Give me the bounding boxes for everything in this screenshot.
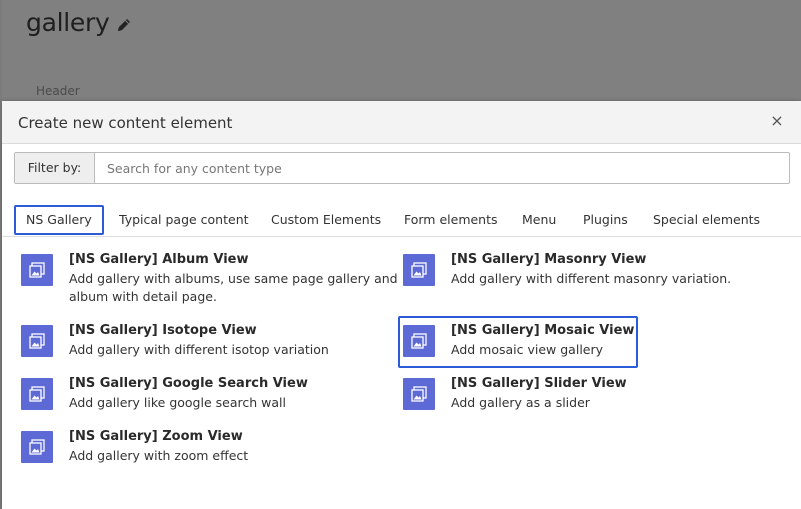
image-icon [21, 325, 53, 357]
header-label: Header [36, 84, 80, 98]
tab-plugins[interactable]: Plugins [583, 208, 628, 232]
close-button[interactable]: × [769, 112, 785, 130]
tab-ns-gallery[interactable]: NS Gallery [14, 205, 104, 235]
item-title: [NS Gallery] Masonry View [451, 252, 647, 267]
item-description: Add mosaic view gallery [451, 342, 604, 357]
content-item-mosaic-view[interactable]: [NS Gallery] Mosaic View Add mosaic view… [403, 323, 635, 373]
new-content-element-modal: Create new content element × Filter by: … [2, 101, 801, 509]
item-title: [NS Gallery] Album View [69, 252, 249, 267]
image-icon [403, 325, 435, 357]
content-item-slider-view[interactable]: [NS Gallery] Slider View Add gallery as … [403, 376, 773, 426]
image-icon [21, 431, 53, 463]
tab-form-elements[interactable]: Form elements [404, 208, 498, 232]
filter-label: Filter by: [15, 153, 95, 183]
image-icon [21, 378, 53, 410]
item-description: Add gallery with different masonry varia… [451, 271, 732, 286]
tab-typical-page-content[interactable]: Typical page content [119, 208, 249, 232]
item-title: [NS Gallery] Mosaic View [451, 323, 635, 338]
item-description: Add gallery with different isotop variat… [69, 342, 329, 357]
tab-menu[interactable]: Menu [522, 208, 556, 232]
content-item-google-search-view[interactable]: [NS Gallery] Google Search View Add gall… [21, 376, 391, 426]
item-description: Add gallery with zoom effect [69, 448, 249, 463]
content-item-album-view[interactable]: [NS Gallery] Album View Add gallery with… [21, 252, 398, 304]
tab-bar: NS Gallery Typical page content Custom E… [2, 202, 801, 237]
image-icon [403, 378, 435, 410]
item-title: [NS Gallery] Zoom View [69, 429, 243, 444]
item-description: Add gallery as a slider [451, 395, 590, 410]
tab-custom-elements[interactable]: Custom Elements [271, 208, 381, 232]
item-description: Add gallery with albums, use same page g… [69, 271, 398, 304]
pencil-icon[interactable] [116, 17, 132, 33]
item-title: [NS Gallery] Google Search View [69, 376, 308, 391]
modal-header: Create new content element × [2, 101, 801, 144]
item-title: [NS Gallery] Isotope View [69, 323, 257, 338]
content-item-masonry-view[interactable]: [NS Gallery] Masonry View Add gallery wi… [403, 252, 773, 302]
content-item-zoom-view[interactable]: [NS Gallery] Zoom View Add gallery with … [21, 429, 391, 479]
content-item-isotope-view[interactable]: [NS Gallery] Isotope View Add gallery wi… [21, 323, 391, 373]
search-input[interactable] [95, 153, 801, 183]
filter-group: Filter by: [14, 152, 801, 184]
modal-title: Create new content element [18, 114, 233, 132]
image-icon [403, 254, 435, 286]
page-title: gallery [26, 8, 110, 37]
item-description: Add gallery like google search wall [69, 395, 286, 410]
image-icon [21, 254, 53, 286]
item-title: [NS Gallery] Slider View [451, 376, 627, 391]
tab-special-elements[interactable]: Special elements [653, 208, 760, 232]
